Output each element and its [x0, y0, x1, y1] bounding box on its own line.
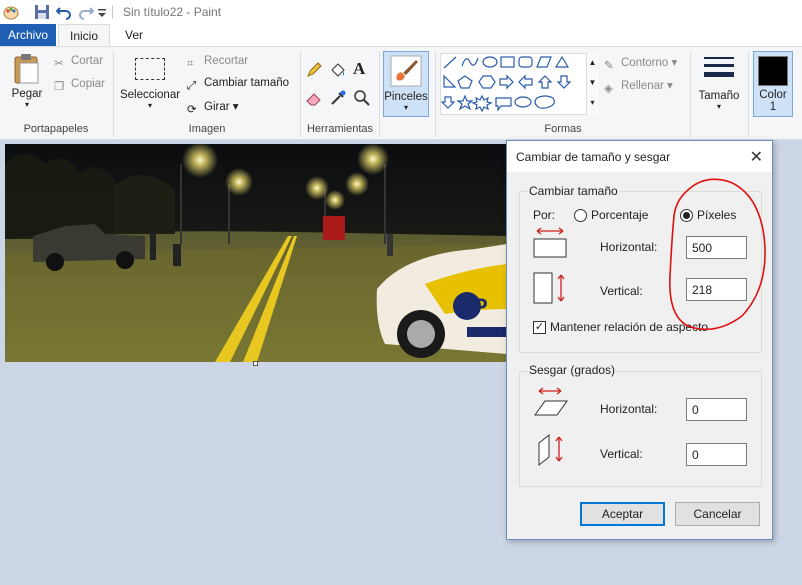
redo-icon[interactable] [77, 3, 95, 21]
group-label-herramientas: Herramientas [306, 123, 374, 135]
canvas-image[interactable]: P [5, 144, 507, 362]
vertical-resize-icon [533, 272, 565, 304]
dialog-titlebar: Cambiar de tamaño y sesgar ✕ [507, 141, 772, 172]
fill-bucket-icon[interactable] [329, 61, 347, 79]
magnifier-icon[interactable] [353, 89, 371, 107]
paste-dropdown-icon[interactable]: ▾ [6, 100, 48, 109]
size-button[interactable]: Tamaño ▾ [694, 53, 744, 111]
paint-app-icon [3, 6, 19, 20]
keep-ratio-checkbox[interactable]: ✓ [533, 321, 546, 334]
select-dropdown-icon[interactable]: ▾ [119, 101, 181, 110]
group-separator [690, 51, 691, 137]
ribbon: Pegar ▾ ✂ Cortar ❐ Copiar Portapapeles Sel… [0, 46, 802, 140]
fill-icon: ◈ [604, 83, 613, 95]
tab-ver[interactable]: Ver [114, 24, 154, 46]
color1-label: Color [759, 89, 787, 101]
copy-icon: ❐ [54, 81, 65, 93]
fill-button[interactable]: ◈ Rellenar ▾ [604, 78, 673, 95]
resize-vertical-label: Vertical: [600, 284, 643, 298]
eraser-icon[interactable] [305, 89, 323, 107]
ok-button[interactable]: Aceptar [580, 502, 665, 526]
resize-button[interactable]: ⤢ Cambiar tamaño [187, 77, 289, 94]
skew-horizontal-input[interactable]: 0 [686, 398, 747, 421]
outline-icon: ✎ [604, 60, 614, 72]
window-title: Sin título22 - Paint [123, 5, 222, 19]
group-separator [379, 51, 380, 137]
select-button[interactable]: Seleccionar ▾ [119, 55, 181, 110]
group-separator [748, 51, 749, 137]
outline-button[interactable]: ✎ Contorno ▾ [604, 55, 677, 72]
cut-label: Cortar [71, 55, 103, 67]
scissors-icon: ✂ [54, 58, 64, 70]
crop-icon: ⌗ [187, 58, 194, 70]
close-icon[interactable]: ✕ [750, 147, 763, 167]
skew-horizontal-label: Horizontal: [600, 402, 658, 416]
group-label-portapapeles: Portapapeles [23, 123, 89, 135]
brushes-label: Pinceles [384, 91, 428, 103]
dialog-title: Cambiar de tamaño y sesgar [516, 150, 671, 164]
paste-button[interactable]: Pegar ▾ [6, 53, 48, 109]
percentage-radio[interactable] [574, 209, 587, 222]
select-label: Seleccionar [119, 89, 181, 101]
pencil-icon[interactable] [305, 61, 323, 79]
fill-label: Rellenar [621, 80, 664, 92]
size-label: Tamaño [698, 90, 740, 102]
tab-inicio[interactable]: Inicio [58, 24, 110, 46]
undo-icon[interactable] [55, 3, 73, 21]
brushes-dropdown-icon[interactable]: ▾ [384, 103, 428, 112]
copy-button[interactable]: ❐ Copiar [54, 78, 105, 93]
group-label-imagen: Imagen [188, 123, 226, 135]
paste-label: Pegar [11, 88, 43, 100]
rotate-icon: ⟳ [187, 104, 197, 116]
rotate-label: Girar [204, 101, 230, 113]
brushes-button[interactable]: Pinceles ▾ [383, 51, 429, 117]
cut-button[interactable]: ✂ Cortar [54, 55, 103, 70]
copy-label: Copiar [71, 78, 105, 90]
size-dropdown-icon[interactable]: ▾ [694, 102, 744, 111]
cancel-button[interactable]: Cancelar [675, 502, 760, 526]
color1-number: 1 [769, 101, 777, 113]
group-label-formas: Formas [544, 123, 582, 135]
text-tool-icon[interactable]: A [353, 59, 365, 79]
skew-vertical-input[interactable]: 0 [686, 443, 747, 466]
line-size-icon [704, 57, 734, 77]
shapes-gallery-icons [440, 55, 572, 113]
color1-button[interactable]: Color 1 [753, 51, 793, 117]
horizontal-skew-icon [534, 387, 568, 416]
horizontal-resize-icon [533, 227, 567, 258]
shapes-scroll[interactable]: ▲ ▼ ▾ [586, 53, 598, 115]
title-separator [112, 5, 113, 19]
canvas-resize-handle[interactable] [253, 361, 258, 366]
by-label: Por: [533, 208, 556, 222]
title-bar: Sin título22 - Paint [0, 0, 802, 24]
select-rectangle-icon [135, 58, 165, 80]
brush-icon [390, 55, 422, 87]
customize-quick-access-icon[interactable] [96, 3, 108, 21]
resize-icon: ⤢ [187, 80, 197, 92]
red-annotation-circle [669, 178, 766, 331]
skew-vertical-label: Vertical: [600, 447, 643, 461]
night-street-photo: P [5, 144, 507, 362]
shapes-gallery[interactable] [440, 53, 598, 115]
skew-legend: Sesgar (grados) [527, 363, 618, 377]
tab-archivo[interactable]: Archivo [0, 24, 56, 46]
outline-label: Contorno [621, 57, 669, 69]
resize-label: Cambiar tamaño [204, 77, 290, 89]
color-picker-icon[interactable] [329, 89, 347, 107]
clipboard-icon [14, 54, 39, 84]
crop-button[interactable]: ⌗ Recortar [187, 55, 248, 72]
vertical-skew-icon [538, 433, 563, 467]
svg-text:P: P [473, 294, 488, 319]
resize-legend: Cambiar tamaño [527, 184, 620, 198]
color1-swatch [758, 56, 788, 86]
crop-label: Recortar [204, 55, 249, 67]
rotate-button[interactable]: ⟳ Girar ▾ [187, 99, 239, 116]
ribbon-tabs: Archivo Inicio Ver [0, 24, 802, 46]
percentage-label[interactable]: Porcentaje [591, 208, 648, 222]
resize-horizontal-label: Horizontal: [600, 240, 658, 254]
save-icon[interactable] [33, 3, 51, 21]
